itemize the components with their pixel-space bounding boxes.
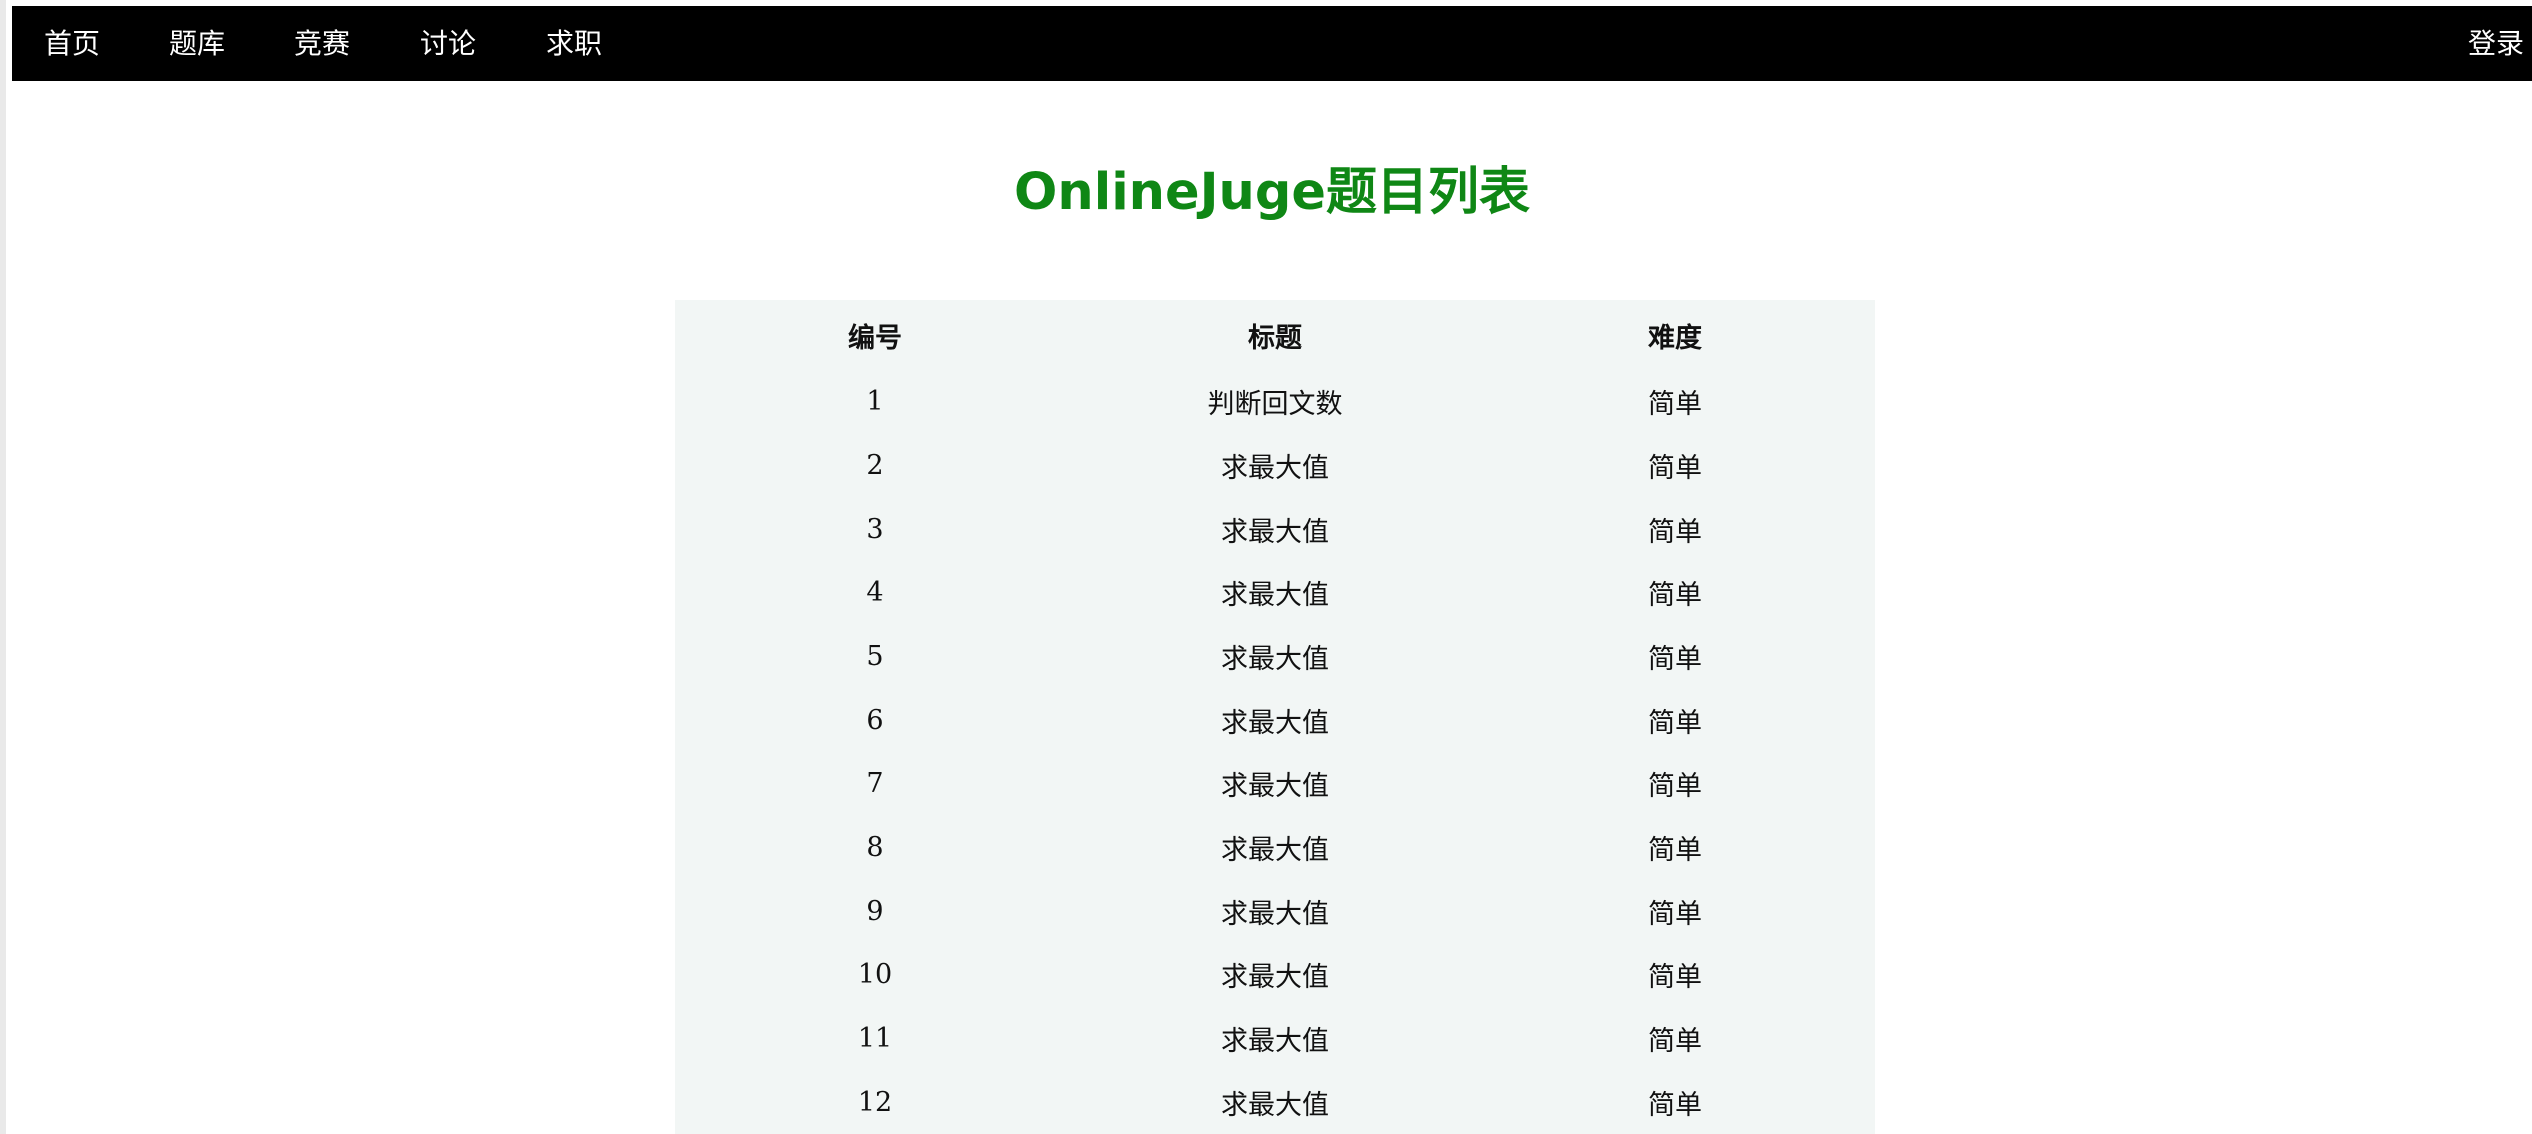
problem-difficulty-cell: 简单 (1648, 962, 1702, 994)
problem-id-cell: 3 (866, 513, 884, 545)
problem-difficulty-cell: 简单 (1648, 834, 1702, 866)
problem-title-link[interactable]: 求最大值 (1075, 497, 1475, 561)
problem-row-4[interactable]: 4 求最大值 简单 (675, 561, 1875, 625)
problem-row-11[interactable]: 11 求最大值 简单 (675, 1007, 1875, 1071)
problem-id-cell: 5 (866, 640, 884, 672)
column-header-title: 标题 (1248, 322, 1302, 354)
problem-id-cell: 12 (857, 1086, 893, 1118)
problem-difficulty-cell: 简单 (1648, 516, 1702, 548)
problem-id-cell: 9 (866, 895, 884, 927)
problem-id-cell: 8 (866, 831, 884, 863)
problem-table-header: 编号 标题 难度 (675, 300, 1875, 370)
nav-login-link[interactable]: 登录 (2468, 6, 2524, 81)
page-frame: 首页 题库 竞赛 讨论 求职 登录 OnlineJuge题目列表 编号 标题 难… (0, 0, 2532, 1134)
problem-row-3[interactable]: 3 求最大值 简单 (675, 497, 1875, 561)
problem-difficulty-cell: 简单 (1648, 643, 1702, 675)
column-header-id: 编号 (848, 322, 902, 354)
problem-row-7[interactable]: 7 求最大值 简单 (675, 752, 1875, 816)
problem-title-link[interactable]: 求最大值 (1075, 943, 1475, 1007)
problem-difficulty-cell: 简单 (1648, 707, 1702, 739)
header-row: 编号 标题 难度 (675, 300, 1875, 370)
problem-title-link[interactable]: 求最大值 (1075, 688, 1475, 752)
problem-title-link[interactable]: 求最大值 (1075, 625, 1475, 689)
problem-id-cell: 2 (866, 449, 884, 481)
column-header-difficulty: 难度 (1648, 322, 1702, 354)
problem-difficulty-cell: 简单 (1648, 898, 1702, 930)
problem-title-link[interactable]: 求最大值 (1075, 434, 1475, 498)
problem-row-1[interactable]: 1 判断回文数 简单 (675, 370, 1875, 434)
problem-row-12[interactable]: 12 求最大值 简单 (675, 1070, 1875, 1134)
problem-row-8[interactable]: 8 求最大值 简单 (675, 816, 1875, 880)
problem-title-link[interactable]: 求最大值 (1075, 879, 1475, 943)
problem-title-link[interactable]: 求最大值 (1075, 816, 1475, 880)
problem-title-link[interactable]: 求最大值 (1075, 1007, 1475, 1071)
problem-row-2[interactable]: 2 求最大值 简单 (675, 434, 1875, 498)
problem-id-cell: 4 (866, 577, 884, 609)
problem-difficulty-cell: 简单 (1648, 1025, 1702, 1057)
nav-discuss-link[interactable]: 讨论 (420, 6, 476, 81)
problem-difficulty-cell: 简单 (1648, 580, 1702, 612)
nav-problems-link[interactable]: 题库 (169, 6, 225, 81)
page-title: OnlineJuge题目列表 (1014, 163, 1530, 222)
problem-difficulty-cell: 简单 (1648, 452, 1702, 484)
problem-row-10[interactable]: 10 求最大值 简单 (675, 943, 1875, 1007)
problem-row-9[interactable]: 9 求最大值 简单 (675, 879, 1875, 943)
nav-jobs-link[interactable]: 求职 (546, 6, 602, 81)
problem-title-link[interactable]: 求最大值 (1075, 752, 1475, 816)
problem-id-cell: 10 (857, 959, 893, 991)
nav-contest-link[interactable]: 竞赛 (294, 6, 350, 81)
problem-title-link[interactable]: 求最大值 (1075, 1070, 1475, 1134)
problem-difficulty-cell: 简单 (1648, 389, 1702, 421)
problem-table-body: 1 判断回文数 简单 2 求最大值 简单 3 求最大值 简单 4 求最大值 简单… (675, 370, 1875, 1134)
problem-id-cell: 7 (866, 768, 884, 800)
top-navbar: 首页 题库 竞赛 讨论 求职 登录 (12, 6, 2532, 81)
problem-id-cell: 6 (866, 704, 884, 736)
problem-list-table: 编号 标题 难度 1 判断回文数 简单 2 求最大值 简单 3 求最大值 简单 (675, 300, 1875, 1134)
problem-row-5[interactable]: 5 求最大值 简单 (675, 625, 1875, 689)
problem-title-link[interactable]: 求最大值 (1075, 561, 1475, 625)
problem-difficulty-cell: 简单 (1648, 1089, 1702, 1121)
problem-row-6[interactable]: 6 求最大值 简单 (675, 688, 1875, 752)
problem-title-link[interactable]: 判断回文数 (1075, 370, 1475, 434)
problem-id-cell: 1 (866, 386, 884, 418)
problem-id-cell: 11 (857, 1022, 893, 1054)
nav-home-link[interactable]: 首页 (44, 6, 100, 81)
problem-difficulty-cell: 简单 (1648, 771, 1702, 803)
